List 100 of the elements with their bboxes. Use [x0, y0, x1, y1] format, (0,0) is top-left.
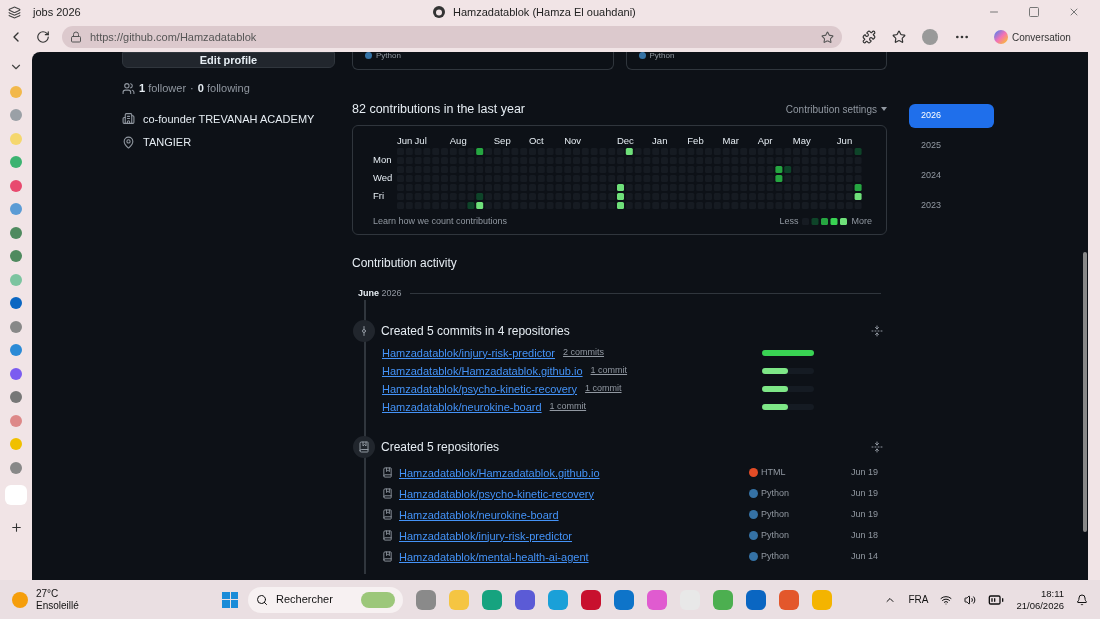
collapse-icon[interactable]	[871, 441, 883, 454]
sidebar-app-icon[interactable]	[10, 320, 22, 333]
taskbar-app-icon[interactable]	[548, 589, 568, 610]
month-label: Mar	[722, 133, 740, 148]
sidebar-app-icon[interactable]	[10, 367, 22, 380]
repo-link[interactable]: Hamzadatablok/neurokine-board	[382, 398, 542, 415]
repo-icon	[382, 509, 393, 521]
search-icon	[256, 593, 268, 606]
notification-icon[interactable]	[1076, 593, 1088, 606]
month-heading: June 2026	[358, 286, 402, 300]
commit-count-link[interactable]: 1 commit	[590, 364, 628, 378]
sidebar-app-icon[interactable]	[10, 414, 22, 427]
repo-link[interactable]: Hamzadatablok/psycho-kinetic-recovery	[399, 485, 749, 502]
language-label: Python	[761, 487, 791, 500]
volume-icon[interactable]	[964, 593, 977, 606]
month-label: Jul	[414, 133, 428, 148]
followers-link[interactable]: 1 follower	[139, 80, 187, 97]
sidebar-app-icon[interactable]	[10, 344, 22, 356]
month-label: Nov	[564, 133, 583, 148]
repo-link[interactable]: Hamzadatablok/injury-risk-predictor	[399, 527, 749, 544]
month-label: Oct	[528, 133, 545, 148]
repo-link[interactable]: Hamzadatablok/Hamzadatablok.github.io	[382, 362, 583, 379]
year-tab[interactable]: 2024	[909, 164, 994, 188]
sidebar-app-icon[interactable]	[10, 250, 22, 262]
conversation-button[interactable]: Conversation	[986, 27, 1079, 47]
learn-contributions-link[interactable]: Learn how we count contributions	[373, 214, 508, 229]
taskbar-app-icon[interactable]	[746, 589, 766, 610]
repo-link[interactable]: Hamzadatablok/psycho-kinetic-recovery	[382, 380, 578, 397]
taskbar-app-icon[interactable]	[713, 589, 733, 610]
taskbar-app-icon[interactable]	[581, 589, 601, 610]
copilot-icon	[994, 30, 1008, 44]
wifi-icon[interactable]	[940, 593, 953, 606]
favorites-icon[interactable]	[892, 30, 906, 44]
clock-time[interactable]: 18:11	[1040, 587, 1064, 600]
profile-detail: co-founder TREVANAH ACADEMY	[143, 111, 315, 127]
weekday-label: Mon	[373, 152, 393, 166]
taskbar-app-icon[interactable]	[416, 589, 436, 610]
repo-icon	[382, 551, 393, 563]
repo-icon	[382, 467, 393, 479]
sidebar-app-icon[interactable]	[10, 203, 22, 215]
pinned-repo-card[interactable]: Python	[625, 52, 887, 70]
sidebar-app-icon[interactable]	[10, 297, 22, 309]
language-label: Python	[376, 52, 401, 60]
month-label: Dec	[616, 133, 635, 148]
favorite-star-icon[interactable]	[821, 30, 834, 44]
language-indicator[interactable]: FRA	[908, 592, 929, 607]
sidebar-app-icon[interactable]	[10, 156, 22, 168]
people-icon	[122, 81, 135, 95]
collapse-icon[interactable]	[871, 325, 883, 338]
weekday-label: Fri	[373, 188, 386, 202]
window-title: Hamzadatablok (Hamza El ouahdani)	[452, 4, 636, 20]
language-label: Python	[649, 52, 675, 60]
repo-link[interactable]: Hamzadatablok/Hamzadatablok.github.io	[399, 464, 749, 481]
start-icon[interactable]	[222, 591, 238, 608]
pinned-repo-card[interactable]: Python	[352, 52, 614, 70]
reload-icon[interactable]	[36, 30, 50, 44]
add-icon[interactable]	[9, 520, 23, 534]
language-label: Python	[761, 529, 791, 542]
weather-label[interactable]: Ensoleillé	[36, 599, 79, 612]
taskbar-app-icon[interactable]	[614, 589, 634, 610]
contribution-settings-dropdown[interactable]: Contribution settings	[785, 101, 887, 117]
taskbar-app-icon[interactable]	[779, 589, 799, 610]
profile-avatar[interactable]	[922, 29, 938, 45]
tab-title[interactable]: jobs 2026	[33, 3, 81, 21]
address-field[interactable]: https://github.com/Hamzadatablok	[62, 26, 842, 48]
commit-count-link[interactable]: 2 commits	[563, 346, 605, 360]
sidebar-app-icon[interactable]	[10, 179, 22, 192]
commit-count-link[interactable]: 1 commit	[585, 382, 622, 396]
taskbar-app-icon[interactable]	[482, 589, 502, 610]
weekday-label: Wed	[373, 170, 394, 184]
year-tab[interactable]: 2026	[909, 104, 994, 128]
following-link[interactable]: 0 following	[197, 80, 250, 97]
year-tab[interactable]: 2025	[909, 134, 994, 158]
year-tab[interactable]: 2023	[909, 194, 994, 218]
taskbar-search-field[interactable]: Rechercher	[248, 586, 403, 613]
month-label: Jun	[397, 133, 414, 148]
clock-date[interactable]: 21/06/2026	[1016, 599, 1064, 612]
taskbar-app-icon[interactable]	[647, 589, 667, 610]
sidebar-app-icon[interactable]	[10, 226, 22, 239]
sidebar-app-icon[interactable]	[10, 109, 22, 121]
edit-profile-button[interactable]: Edit profile	[122, 52, 335, 68]
taskbar-app-icon[interactable]	[515, 589, 535, 610]
commit-count-link[interactable]: 1 commit	[549, 400, 587, 414]
lock-icon	[70, 31, 82, 43]
tab-group-icon[interactable]	[8, 5, 21, 19]
legend-less-label: Less	[779, 214, 799, 228]
close-icon[interactable]	[1068, 6, 1080, 18]
temperature[interactable]: 27°C	[36, 587, 79, 600]
month-label: Jun	[836, 133, 854, 148]
extensions-icon[interactable]	[862, 30, 876, 44]
maximize-icon[interactable]	[1028, 6, 1040, 18]
repo-link[interactable]: Hamzadatablok/mental-health-ai-agent	[399, 548, 749, 565]
sidebar-app-icon[interactable]	[10, 391, 22, 403]
repo-link[interactable]: Hamzadatablok/neurokine-board	[399, 506, 749, 523]
repo-link[interactable]: Hamzadatablok/injury-risk-predictor	[382, 344, 555, 361]
sidebar-app-icon[interactable]	[10, 461, 22, 474]
legend-scale-icon	[802, 218, 848, 225]
month-label: Sep	[493, 133, 512, 148]
scrollbar-thumb[interactable]	[1083, 252, 1087, 532]
month-label: May	[792, 133, 812, 148]
